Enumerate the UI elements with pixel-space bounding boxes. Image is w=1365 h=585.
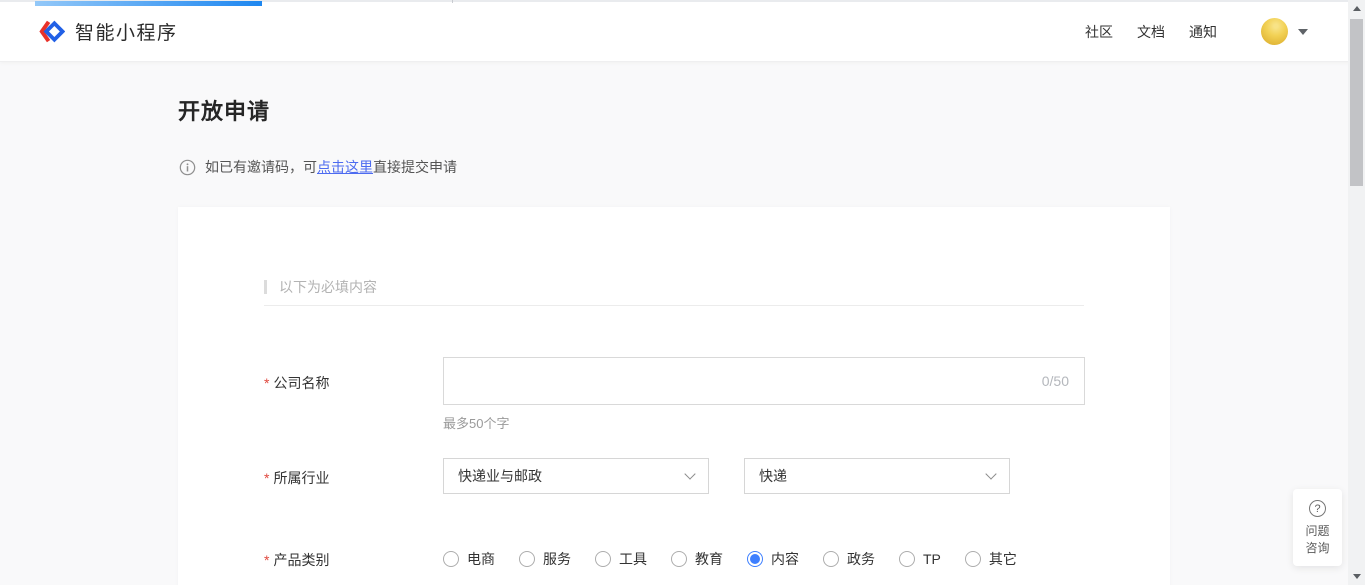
help-label-line1: 问题 [1305,523,1329,540]
radio-circle-icon[interactable] [519,551,535,567]
required-mark: * [264,375,269,391]
radio-option-other[interactable]: 其它 [965,549,1017,569]
user-menu[interactable] [1261,18,1308,45]
browser-tab-separator [452,0,453,3]
company-name-label-text: 公司名称 [273,375,329,391]
company-name-helper: 最多50个字 [443,413,509,432]
radio-option-education[interactable]: 教育 [671,549,723,569]
radio-option-ecommerce[interactable]: 电商 [443,549,495,569]
top-header: 智能小程序 社区 文档 通知 [0,2,1365,62]
industry-primary-select[interactable]: 快递业与邮政 [443,458,709,494]
scrollbar-thumb[interactable] [1350,19,1363,186]
section-divider [264,305,1084,306]
scroll-up-button[interactable] [1348,0,1365,17]
company-name-label: *公司名称 [264,373,329,393]
industry-secondary-value: 快递 [759,466,787,486]
industry-label: *所属行业 [264,468,329,488]
page-loading-bar [35,1,262,6]
chevron-down-icon[interactable] [1298,29,1308,35]
page-title: 开放申请 [178,94,270,126]
chevron-down-icon [684,468,695,479]
radio-option-government[interactable]: 政务 [823,549,875,569]
radio-circle-icon[interactable] [443,551,459,567]
radio-option-label: 教育 [695,549,723,569]
radio-option-label: 电商 [467,549,495,569]
vertical-scrollbar[interactable] [1348,0,1365,585]
info-icon [179,159,196,176]
radio-option-tools[interactable]: 工具 [595,549,647,569]
app-root: 智能小程序 社区 文档 通知 开放申请 如已有邀请码，可点击这里直接提交申请 以下为… [0,0,1365,585]
notice-text: 如已有邀请码，可点击这里直接提交申请 [205,157,457,177]
radio-option-service[interactable]: 服务 [519,549,571,569]
brand-logo[interactable]: 智能小程序 [38,18,178,45]
arrow-up-icon [1353,6,1361,11]
radio-option-tp[interactable]: TP [899,551,941,567]
radio-circle-icon[interactable] [823,551,839,567]
product-category-label-text: 产品类别 [273,552,329,568]
radio-option-label: 服务 [543,549,571,569]
required-mark: * [264,552,269,568]
section-marker [264,280,267,294]
user-avatar[interactable] [1261,18,1288,45]
section-title: 以下为必填内容 [279,277,377,297]
product-category-label: *产品类别 [264,550,329,570]
nav-item-notifications[interactable]: 通知 [1189,22,1217,42]
question-mark-icon: ? [1309,500,1326,517]
product-category-options: 电商 服务 工具 教育 内容 政务 TP 其它 [443,549,1041,569]
radio-circle-icon[interactable] [965,551,981,567]
nav-item-docs[interactable]: 文档 [1137,22,1165,42]
industry-secondary-select[interactable]: 快递 [744,458,1010,494]
notice-suffix: 直接提交申请 [373,159,457,175]
scroll-down-button[interactable] [1348,568,1365,585]
radio-option-label: 工具 [619,549,647,569]
company-name-input[interactable] [443,357,1085,405]
radio-circle-icon[interactable] [595,551,611,567]
industry-label-text: 所属行业 [273,470,329,486]
radio-circle-icon[interactable] [671,551,687,567]
application-form-card: 以下为必填内容 *公司名称 0/50 最多50个字 *所属行业 快递业与邮政 快… [178,207,1170,585]
industry-primary-value: 快递业与邮政 [458,466,542,486]
radio-option-label: TP [923,551,941,567]
required-section-header: 以下为必填内容 [264,277,377,297]
brand-logo-icon [38,18,65,45]
radio-circle-icon[interactable] [747,551,763,567]
brand-logo-text: 智能小程序 [75,18,178,45]
notice-prefix: 如已有邀请码，可 [205,159,317,175]
radio-option-label: 政务 [847,549,875,569]
arrow-down-icon [1353,574,1361,579]
help-widget[interactable]: ? 问题 咨询 [1293,489,1342,566]
nav-item-community[interactable]: 社区 [1085,22,1113,42]
chevron-down-icon [985,468,996,479]
invite-code-link[interactable]: 点击这里 [317,159,373,175]
radio-option-content[interactable]: 内容 [747,549,799,569]
radio-option-label: 内容 [771,549,799,569]
invite-code-notice: 如已有邀请码，可点击这里直接提交申请 [179,157,457,177]
required-mark: * [264,470,269,486]
company-name-field: 0/50 [443,357,1085,405]
radio-circle-icon[interactable] [899,551,915,567]
help-label-line2: 咨询 [1305,540,1329,557]
header-nav: 社区 文档 通知 [1085,22,1217,42]
radio-option-label: 其它 [989,549,1017,569]
